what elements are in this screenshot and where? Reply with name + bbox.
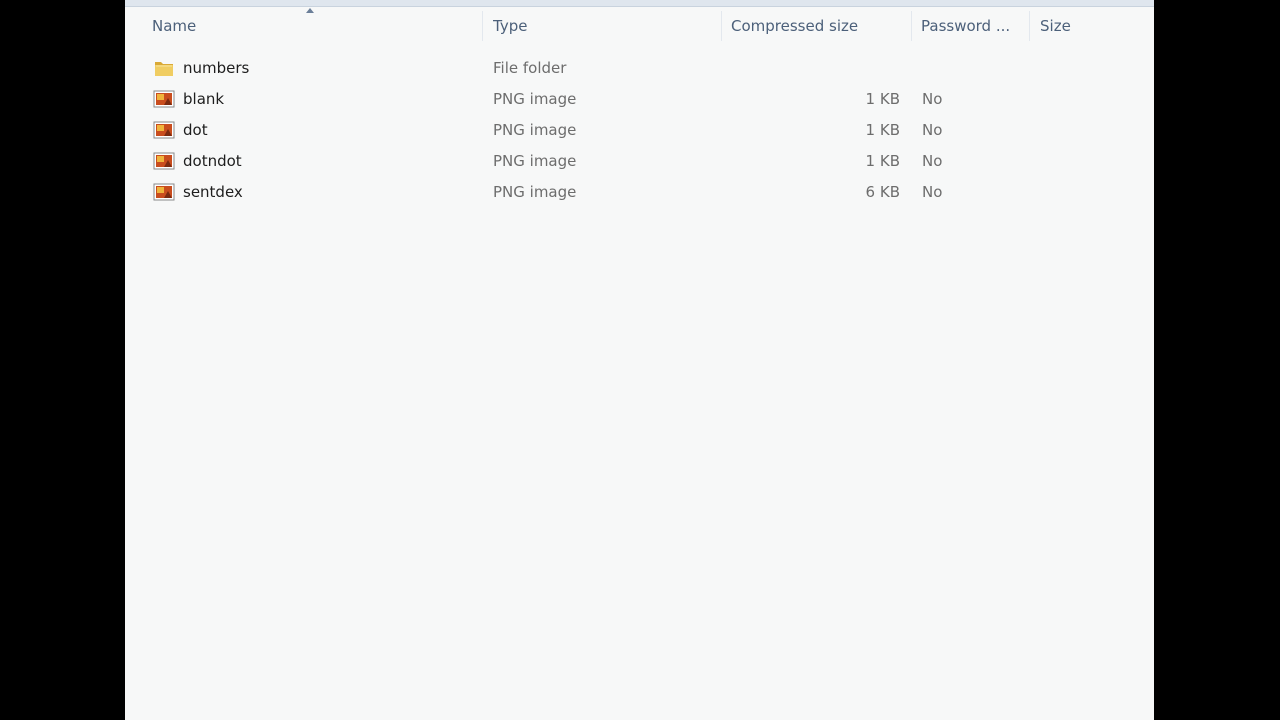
column-divider[interactable] — [1029, 11, 1030, 41]
column-divider[interactable] — [482, 11, 483, 41]
column-divider[interactable] — [721, 11, 722, 41]
list-item[interactable]: sentdex PNG image 6 KB No — [125, 177, 1154, 208]
password-protected: No — [922, 121, 943, 139]
column-header-bar: Name Type Compressed size Password ... S… — [125, 7, 1154, 45]
folder-icon — [155, 62, 173, 76]
list-item[interactable]: dot PNG image 1 KB No — [125, 115, 1154, 146]
compressed-size: 1 KB — [865, 152, 900, 170]
password-protected: No — [922, 152, 943, 170]
column-divider[interactable] — [911, 11, 912, 41]
password-protected: No — [922, 90, 943, 108]
png-image-icon — [153, 183, 175, 201]
file-type: PNG image — [493, 121, 577, 139]
file-type: PNG image — [493, 90, 577, 108]
list-item[interactable]: numbers File folder — [125, 53, 1154, 84]
file-name: numbers — [183, 59, 250, 77]
file-type: PNG image — [493, 152, 577, 170]
file-name: dot — [183, 121, 208, 139]
file-type: File folder — [493, 59, 567, 77]
column-header-compressed-size[interactable]: Compressed size — [731, 7, 911, 45]
file-list-window: Name Type Compressed size Password ... S… — [125, 0, 1154, 720]
file-type: PNG image — [493, 183, 577, 201]
file-name: sentdex — [183, 183, 243, 201]
list-item[interactable]: blank PNG image 1 KB No — [125, 84, 1154, 115]
column-header-size[interactable]: Size — [1040, 7, 1140, 45]
png-image-icon — [153, 90, 175, 108]
compressed-size: 1 KB — [865, 121, 900, 139]
compressed-size: 1 KB — [865, 90, 900, 108]
list-item[interactable]: dotndot PNG image 1 KB No — [125, 146, 1154, 177]
column-header-type[interactable]: Type — [493, 7, 713, 45]
top-border — [125, 0, 1154, 7]
compressed-size: 6 KB — [865, 183, 900, 201]
column-header-password[interactable]: Password ... — [921, 7, 1021, 45]
password-protected: No — [922, 183, 943, 201]
column-header-name[interactable]: Name — [152, 7, 482, 45]
file-name: blank — [183, 90, 225, 108]
png-image-icon — [153, 121, 175, 139]
png-image-icon — [153, 152, 175, 170]
file-name: dotndot — [183, 152, 242, 170]
